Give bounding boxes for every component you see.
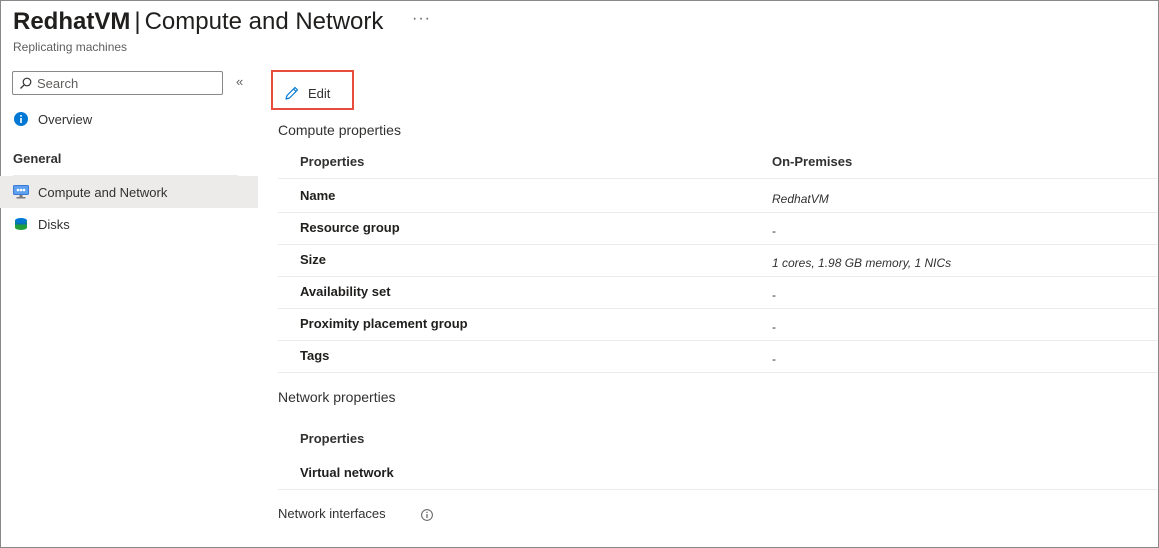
sidebar-item-disks[interactable]: Disks (0, 208, 258, 240)
property-name: Tags (300, 348, 330, 363)
property-name: Resource group (300, 220, 400, 235)
edit-button[interactable]: Edit (284, 82, 330, 104)
vm-name: RedhatVM (13, 8, 131, 35)
network-interfaces-title: Network interfaces (278, 506, 386, 521)
compute-properties-title: Compute properties (278, 122, 401, 138)
property-name: Virtual network (300, 465, 394, 480)
network-table-header: Properties (278, 423, 1157, 455)
network-properties-title: Network properties (278, 389, 396, 405)
table-row: Proximity placement group - (278, 308, 1157, 341)
property-value: RedhatVM (772, 192, 829, 206)
column-header-properties: Properties (300, 431, 365, 446)
property-name: Size (300, 252, 327, 267)
search-input[interactable] (37, 74, 217, 92)
info-outline-icon[interactable] (421, 508, 433, 526)
edit-button-label: Edit (308, 85, 331, 101)
sidebar-item-overview[interactable]: Overview (0, 103, 258, 135)
compute-network-icon (13, 184, 29, 200)
property-value: - (772, 320, 776, 334)
sidebar-item-label: Disks (38, 216, 70, 232)
table-row: Availability set - (278, 276, 1157, 309)
title-separator: | (134, 8, 141, 35)
page-subtitle: Replicating machines (13, 40, 128, 54)
page-name: Compute and Network (144, 8, 384, 35)
table-row: Tags - (278, 340, 1157, 373)
property-value: - (772, 224, 776, 238)
property-value: - (772, 288, 776, 302)
column-header-properties: Properties (300, 154, 365, 169)
compute-table-header: Properties On-Premises (278, 146, 1157, 179)
page-title: RedhatVM | Compute and Network (13, 8, 383, 36)
table-row: Virtual network (278, 457, 1157, 490)
property-name: Name (300, 188, 336, 203)
info-icon (13, 111, 29, 127)
table-row: Resource group - (278, 212, 1157, 245)
disks-icon (13, 216, 29, 232)
property-name: Proximity placement group (300, 316, 468, 331)
sidebar-item-label: Compute and Network (38, 184, 168, 200)
property-name: Availability set (300, 284, 391, 299)
pencil-icon (285, 86, 299, 100)
more-options-button[interactable]: ··· (412, 10, 431, 28)
column-header-on-premises: On-Premises (772, 154, 853, 169)
sidebar-section-general: General (13, 151, 62, 166)
table-row: Size 1 cores, 1.98 GB memory, 1 NICs (278, 244, 1157, 277)
collapse-sidebar-button[interactable]: « (236, 74, 243, 89)
property-value: 1 cores, 1.98 GB memory, 1 NICs (772, 256, 952, 270)
sidebar-item-label: Overview (38, 111, 93, 127)
table-row: Name RedhatVM (278, 180, 1157, 213)
search-box[interactable] (12, 71, 223, 95)
search-icon (20, 77, 32, 89)
sidebar-item-compute-and-network[interactable]: Compute and Network (0, 176, 258, 208)
property-value: - (772, 352, 776, 366)
